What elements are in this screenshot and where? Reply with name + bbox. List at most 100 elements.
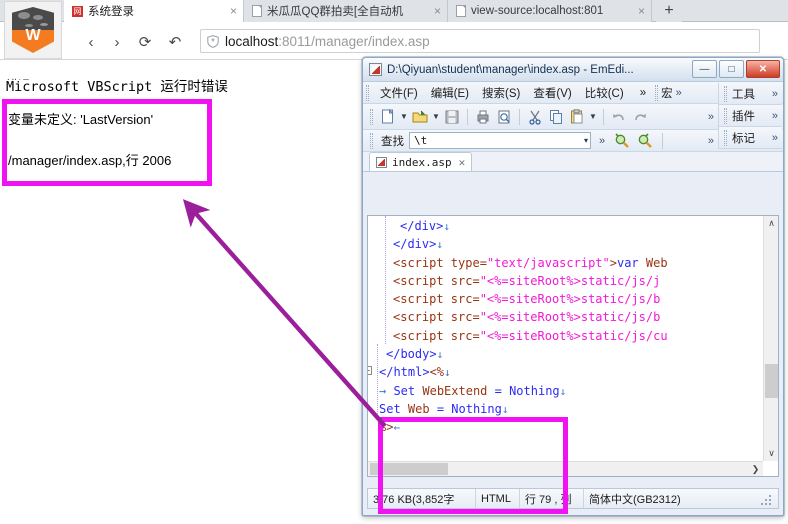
menu-view[interactable]: 查看(V) bbox=[533, 85, 571, 101]
copy-icon[interactable] bbox=[547, 108, 565, 126]
macro-overflow-chevron-icon[interactable]: » bbox=[673, 87, 685, 99]
menu-items: 文件(F) 编辑(E) 搜索(S) 查看(V) 比较(C) » bbox=[372, 85, 649, 101]
browser-tabstrip: 网 系统登录 × 米瓜瓜QQ群拍卖[全自动机 × view-source:loc… bbox=[0, 0, 788, 22]
macro-toolbar-label[interactable]: 宏 bbox=[661, 85, 673, 101]
dock-markers[interactable]: 标记 » bbox=[718, 127, 782, 149]
editor-vertical-scrollbar[interactable]: ∧ ∨ bbox=[763, 216, 778, 461]
code-token: src= bbox=[450, 273, 480, 288]
dock-markers-label: 标记 bbox=[732, 132, 755, 145]
code-token: <script bbox=[393, 328, 451, 343]
forward-icon[interactable]: › bbox=[106, 31, 128, 53]
code-line[interactable]: <script src="<%=siteRoot%>static/js/b bbox=[368, 308, 763, 326]
fold-toggle-icon[interactable]: − bbox=[368, 366, 372, 376]
code-line[interactable]: <script src="<%=siteRoot%>static/js/j bbox=[368, 272, 763, 290]
code-line[interactable]: </body>↓ bbox=[368, 345, 763, 363]
dock-plugins-chevron-icon[interactable]: » bbox=[772, 110, 782, 122]
minimize-button[interactable]: — bbox=[692, 60, 717, 78]
find-input[interactable]: \t ▾ bbox=[409, 132, 591, 149]
vertical-scroll-thumb[interactable] bbox=[765, 364, 778, 398]
code-token: Nothing bbox=[444, 401, 502, 416]
dock-tools-chevron-icon[interactable]: » bbox=[772, 88, 782, 100]
emeditor-document-tabs: index.asp ✕ bbox=[363, 152, 783, 172]
dock-plugins[interactable]: 插件 » bbox=[718, 105, 782, 127]
code-token: = bbox=[436, 401, 445, 416]
resize-grip-icon[interactable] bbox=[759, 493, 771, 505]
paste-icon[interactable] bbox=[568, 108, 586, 126]
code-line[interactable]: Set Web = Nothing↓ bbox=[368, 400, 763, 418]
address-path: :8011/manager/index.asp bbox=[278, 33, 430, 49]
browser-tab-1-close-icon[interactable]: × bbox=[227, 4, 237, 18]
print-icon[interactable] bbox=[474, 108, 492, 126]
menu-search[interactable]: 搜索(S) bbox=[482, 85, 520, 101]
toolbar-overflow-chevron-icon[interactable]: » bbox=[705, 111, 717, 123]
document-tab-index-asp[interactable]: index.asp ✕ bbox=[369, 152, 473, 171]
browser-tab-2-close-icon[interactable]: × bbox=[431, 4, 441, 18]
print-preview-icon[interactable] bbox=[495, 108, 513, 126]
redo-icon[interactable] bbox=[631, 108, 649, 126]
find-history-chevron-down-icon[interactable]: ▾ bbox=[584, 136, 588, 145]
new-tab-button[interactable]: + bbox=[656, 0, 682, 22]
code-token: type= bbox=[450, 255, 487, 270]
dock-tools[interactable]: 工具 » bbox=[718, 83, 782, 105]
code-token: = bbox=[494, 383, 502, 398]
home-icon[interactable]: ↶ bbox=[164, 31, 186, 53]
code-token: Set bbox=[379, 401, 401, 416]
open-file-icon[interactable] bbox=[411, 108, 429, 126]
menu-overflow-chevron-icon[interactable]: » bbox=[637, 87, 649, 99]
toolbar-gripper[interactable] bbox=[370, 108, 373, 125]
new-file-dropdown-icon[interactable]: ▼ bbox=[400, 112, 408, 121]
macro-toolbar-gripper[interactable] bbox=[655, 84, 659, 101]
markers-gripper[interactable] bbox=[724, 129, 727, 146]
menubar-gripper[interactable] bbox=[366, 84, 369, 101]
tools-gripper[interactable] bbox=[724, 85, 727, 102]
code-token: ↓ bbox=[436, 238, 443, 252]
code-token: "<%=siteRoot%>static/js/cu bbox=[479, 328, 668, 343]
menu-edit[interactable]: 编辑(E) bbox=[431, 85, 469, 101]
findbar-gripper[interactable] bbox=[370, 132, 373, 149]
new-file-icon[interactable] bbox=[379, 108, 397, 126]
code-line[interactable]: </div>↓ bbox=[368, 235, 763, 253]
findbar-overflow-chevron-icon[interactable]: » bbox=[705, 135, 717, 147]
browser-tab-2[interactable]: 米瓜瓜QQ群拍卖[全自动机 × bbox=[244, 0, 448, 22]
menu-compare[interactable]: 比较(C) bbox=[585, 85, 624, 101]
open-file-dropdown-icon[interactable]: ▼ bbox=[432, 112, 440, 121]
window-controls: — □ ✕ bbox=[692, 60, 780, 78]
close-button[interactable]: ✕ bbox=[746, 60, 780, 78]
code-line[interactable]: → Set WebExtend = Nothing↓ bbox=[368, 382, 763, 400]
code-line[interactable]: <script src="<%=siteRoot%>static/js/b bbox=[368, 290, 763, 308]
plugins-gripper[interactable] bbox=[724, 107, 727, 124]
scroll-down-icon[interactable]: ∨ bbox=[764, 446, 778, 461]
browser-tab-3-close-icon[interactable]: × bbox=[635, 4, 645, 18]
address-bar[interactable]: localhost:8011/manager/index.asp bbox=[200, 29, 760, 53]
find-previous-icon[interactable] bbox=[613, 132, 631, 150]
code-line[interactable]: <script src="<%=siteRoot%>static/js/cu bbox=[368, 327, 763, 345]
code-token: src= bbox=[450, 328, 480, 343]
code-line[interactable]: −</html><%↓ bbox=[368, 363, 763, 381]
toolbar-separator bbox=[467, 108, 468, 125]
document-tab-close-icon[interactable]: ✕ bbox=[459, 156, 466, 169]
address-host: localhost bbox=[225, 33, 279, 49]
undo-icon[interactable] bbox=[610, 108, 628, 126]
code-token: </div> bbox=[393, 237, 437, 252]
browser-tab-3[interactable]: view-source:localhost:801 × bbox=[448, 0, 652, 22]
code-token: Web bbox=[400, 401, 437, 416]
scroll-up-icon[interactable]: ∧ bbox=[764, 216, 778, 231]
find-options-chevron-icon[interactable]: » bbox=[596, 135, 608, 147]
code-token: ↓ bbox=[559, 384, 567, 398]
find-next-icon[interactable] bbox=[636, 132, 654, 150]
code-line[interactable]: <script type="text/javascript">var Web bbox=[368, 254, 763, 272]
emeditor-titlebar[interactable]: D:\Qiyuan\student\manager\index.asp - Em… bbox=[363, 58, 783, 82]
code-line[interactable]: </div>↓ bbox=[368, 217, 763, 235]
back-icon[interactable]: ‹ bbox=[80, 31, 102, 53]
dock-markers-chevron-icon[interactable]: » bbox=[772, 132, 782, 144]
menu-file[interactable]: 文件(F) bbox=[380, 85, 418, 101]
browser-tab-1[interactable]: 网 系统登录 × bbox=[64, 0, 244, 22]
code-token: </div> bbox=[400, 219, 444, 233]
paste-dropdown-icon[interactable]: ▼ bbox=[589, 112, 597, 121]
reload-icon[interactable]: ⟳ bbox=[134, 31, 156, 53]
scroll-right-icon[interactable]: ❯ bbox=[748, 462, 763, 476]
maximize-button[interactable]: □ bbox=[719, 60, 744, 78]
save-icon[interactable] bbox=[443, 108, 461, 126]
toolbar-separator bbox=[519, 108, 520, 125]
cut-icon[interactable] bbox=[526, 108, 544, 126]
